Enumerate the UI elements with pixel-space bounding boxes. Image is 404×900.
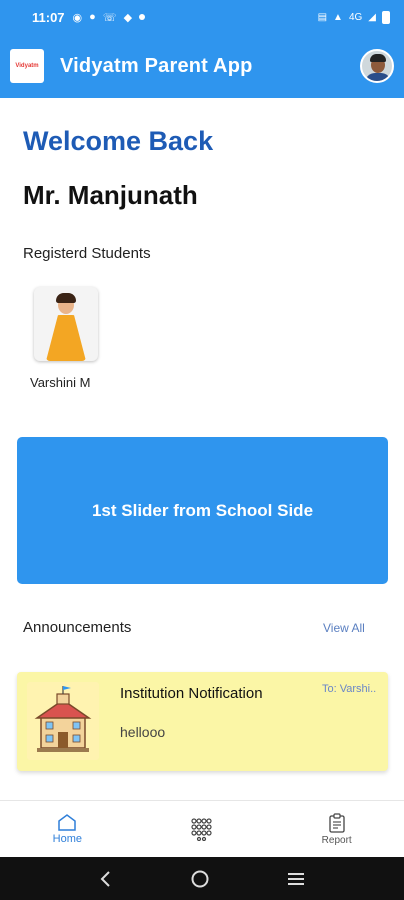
status-right: ▤ ▲ 4G ◢: [317, 10, 390, 24]
back-icon[interactable]: [98, 870, 114, 888]
announcement-recipient: To: Varshi..: [322, 683, 377, 695]
nav-home[interactable]: Home: [0, 801, 135, 857]
announcements-heading: Announcements: [23, 619, 132, 636]
app-logo-text: Vidyatm: [15, 63, 39, 69]
home-icon: [58, 814, 77, 831]
registered-students-label: Registerd Students: [23, 245, 151, 262]
school-icon: [27, 682, 99, 760]
recents-icon[interactable]: [286, 871, 306, 887]
student-name: Varshini M: [30, 375, 91, 390]
view-all-link[interactable]: View All: [323, 621, 365, 635]
student-dress: [46, 315, 86, 361]
student-photo: [34, 287, 98, 361]
nav-report-label: Report: [321, 834, 352, 846]
profile-avatar[interactable]: [360, 49, 394, 83]
notification-icon: ●: [89, 11, 96, 23]
network-label: 4G: [348, 11, 363, 23]
system-nav-bar: [0, 857, 404, 900]
nav-grid[interactable]: [135, 801, 270, 857]
parent-name: Mr. Manjunath: [23, 180, 198, 210]
student-hair: [56, 293, 76, 303]
status-time: 11:07: [32, 9, 65, 25]
announcement-card[interactable]: Institution Notification To: Varshi.. he…: [17, 672, 388, 771]
status-bar: 11:07 ◉ ● ☏ ◆ ▤ ▲ 4G ◢: [0, 0, 404, 34]
avatar-hair: [370, 54, 386, 62]
announcement-body: hellooo: [120, 724, 166, 740]
nav-home-label: Home: [52, 833, 82, 845]
announcement-title: Institution Notification: [120, 685, 263, 702]
signal-icon: ◢: [368, 11, 376, 23]
vibrate-icon: ▤: [317, 11, 328, 23]
app-bar: Vidyatm Vidyatm Parent App: [0, 34, 404, 98]
slider-text: 1st Slider from School Side: [91, 500, 314, 520]
school-slider[interactable]: 1st Slider from School Side: [17, 437, 388, 584]
location-icon: ◆: [123, 11, 133, 24]
notification-icons: ◉ ● ☏ ◆: [73, 11, 146, 24]
report-icon: [329, 812, 345, 833]
wifi-icon: ▲: [333, 11, 343, 23]
welcome-heading: Welcome Back: [23, 126, 214, 156]
avatar-shirt: [365, 73, 391, 81]
nav-report[interactable]: Report: [269, 801, 404, 857]
home-circle-icon[interactable]: [190, 869, 210, 889]
bottom-nav: Home Report: [0, 800, 404, 857]
student-card[interactable]: Varshini M: [30, 287, 100, 390]
app-logo: Vidyatm: [10, 49, 44, 83]
chat-icon: ◉: [72, 11, 83, 24]
grid-icon: [191, 818, 212, 841]
whatsapp-icon: ☏: [102, 11, 117, 24]
app-title: Vidyatm Parent App: [60, 54, 253, 77]
more-notifications-icon: [139, 14, 146, 20]
battery-icon: [382, 10, 390, 24]
